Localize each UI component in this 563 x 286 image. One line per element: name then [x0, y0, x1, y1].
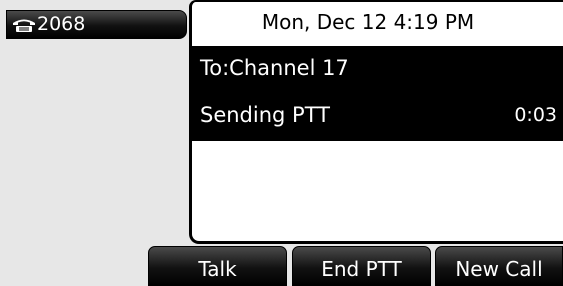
- line-key-label: 2068: [37, 13, 86, 35]
- phone-screen: 2068 Mon, Dec 12 4:19 PM To:Channel 17 S…: [0, 0, 563, 286]
- call-state: Sending PTT: [200, 103, 330, 127]
- talk-softkey[interactable]: Talk: [148, 246, 287, 286]
- call-destination-row: To:Channel 17: [192, 46, 563, 93]
- softkey-bar: Talk End PTT New Call: [0, 246, 563, 286]
- call-panel: Mon, Dec 12 4:19 PM To:Channel 17 Sendin…: [189, 0, 563, 244]
- line-key-panel: 2068: [0, 0, 189, 254]
- call-destination: To:Channel 17: [200, 56, 349, 80]
- status-bar-datetime: Mon, Dec 12 4:19 PM: [192, 2, 563, 46]
- call-timer: 0:03: [514, 104, 557, 126]
- call-state-row: Sending PTT 0:03: [192, 93, 563, 140]
- line-key-2068[interactable]: 2068: [6, 10, 187, 39]
- active-call-info[interactable]: To:Channel 17 Sending PTT 0:03: [192, 46, 563, 141]
- end-ptt-softkey[interactable]: End PTT: [292, 246, 431, 286]
- new-call-softkey[interactable]: New Call: [435, 246, 563, 286]
- phone-icon: [13, 19, 35, 32]
